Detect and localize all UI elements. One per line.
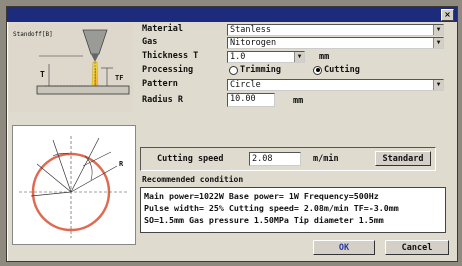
path-drawing <box>19 136 129 238</box>
recommended-line: Main power=1022W Base power= 1W Frequenc… <box>144 191 379 201</box>
radius-unit: mm <box>293 96 304 106</box>
circle-path-diagram: R <box>12 125 136 245</box>
trimming-label: Trimming <box>240 65 281 75</box>
material-select[interactable]: Stanless ▼ <box>227 24 444 36</box>
chevron-down-icon: ▼ <box>433 25 443 35</box>
recommended-line: SO=1.5mm Gas pressure 1.50MPa Tip diamet… <box>144 215 384 225</box>
radius-input[interactable]: 10.00 <box>227 93 275 107</box>
ok-button[interactable]: OK <box>313 240 375 255</box>
radius-value: 10.00 <box>230 94 256 104</box>
trimming-radio[interactable]: Trimming <box>229 65 281 75</box>
recommended-condition-box: Main power=1022W Base power= 1W Frequenc… <box>140 187 446 233</box>
gas-label: Gas <box>142 37 158 47</box>
recommended-line: Pulse width= 25% Cutting speed= 2.08m/mi… <box>144 203 399 213</box>
nozzle-diagram: Standoff[B] T TF <box>9 24 133 112</box>
chevron-down-icon: ▼ <box>294 52 304 62</box>
pattern-value: Circle <box>230 80 261 90</box>
radius-label: Radius R <box>142 95 183 105</box>
thickness-select[interactable]: 1.0 ▼ <box>227 51 305 63</box>
cutting-speed-value: 2.08 <box>252 154 273 164</box>
cutting-radio[interactable]: Cutting <box>313 65 360 75</box>
processing-label: Processing <box>142 65 194 75</box>
nozzle-drawing <box>36 29 130 95</box>
material-label: Material <box>142 24 183 34</box>
pattern-select[interactable]: Circle ▼ <box>227 79 444 91</box>
close-button[interactable]: × <box>441 9 454 21</box>
radius-r-label: R <box>119 160 124 168</box>
cutting-speed-panel: Cutting speed 2.08 m/min Standard <box>140 147 436 171</box>
gas-value: Nitorogen <box>230 38 277 48</box>
gas-select[interactable]: Nitorogen ▼ <box>227 37 444 49</box>
thickness-value: 1.0 <box>230 52 246 62</box>
chevron-down-icon: ▼ <box>433 80 443 90</box>
title-bar: × <box>7 7 457 22</box>
thickness-label: Thickness T <box>142 51 199 61</box>
cancel-button[interactable]: Cancel <box>385 240 449 255</box>
close-icon: × <box>444 10 451 19</box>
tf-label: TF <box>115 74 124 82</box>
cutting-label: Cutting <box>324 65 360 75</box>
thickness-unit: mm <box>319 52 330 62</box>
cutting-speed-input[interactable]: 2.08 <box>249 152 301 166</box>
standard-button[interactable]: Standard <box>375 151 431 166</box>
chevron-down-icon: ▼ <box>433 38 443 48</box>
cutting-condition-dialog: × Standoff[B] T TF R Material Stanless ▼… <box>6 6 458 262</box>
recommended-title: Recommended condition <box>142 175 244 184</box>
cutting-speed-unit: m/min <box>313 154 339 164</box>
radio-unselected-icon <box>229 65 238 75</box>
cutting-speed-label: Cutting speed <box>157 154 224 164</box>
material-value: Stanless <box>230 25 271 35</box>
pattern-label: Pattern <box>142 79 178 89</box>
radio-selected-icon <box>313 65 322 75</box>
thickness-t-label: T <box>40 70 45 79</box>
